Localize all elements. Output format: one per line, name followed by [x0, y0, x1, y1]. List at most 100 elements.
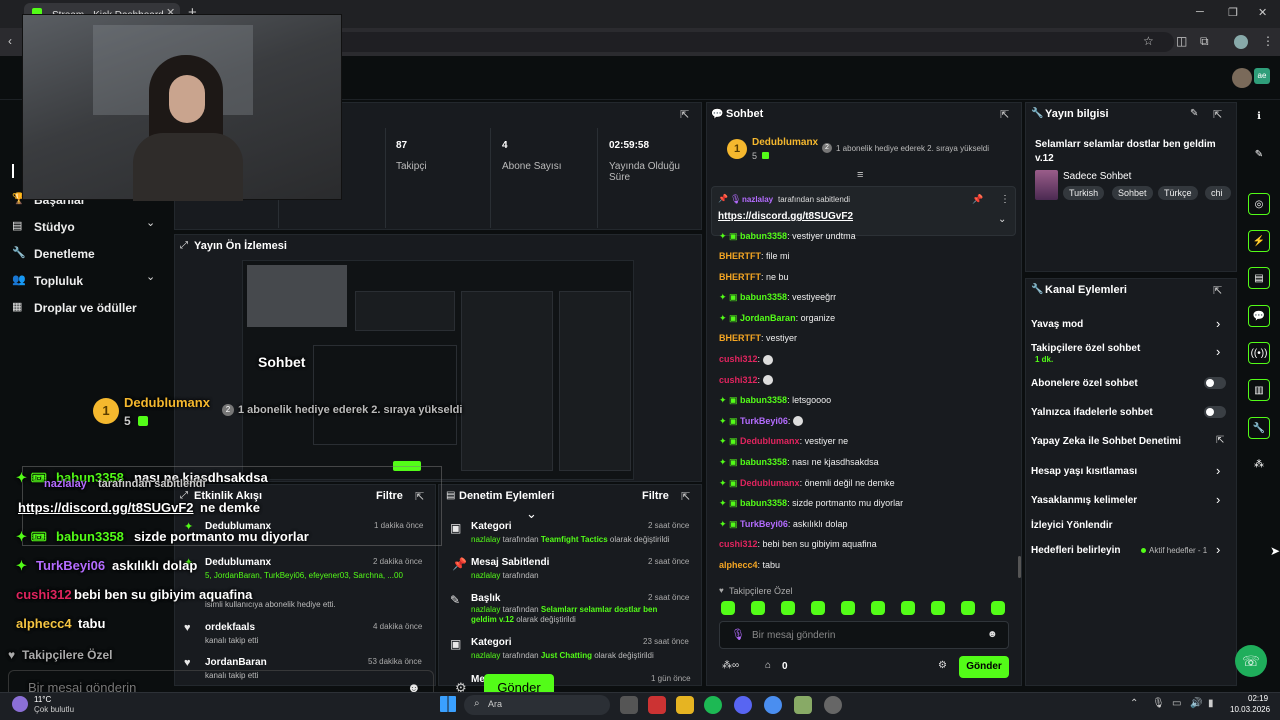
chevron-right-icon[interactable]: ›: [1216, 492, 1220, 507]
emote-button[interactable]: [961, 601, 975, 615]
windows-start-icon[interactable]: [440, 696, 456, 712]
emote-button[interactable]: [781, 601, 795, 615]
info-icon[interactable]: ℹ: [1248, 106, 1270, 128]
channel-action-label[interactable]: İzleyici Yönlendir: [1031, 520, 1113, 531]
chevron-right-icon[interactable]: ›: [1216, 316, 1220, 331]
collapse-icon[interactable]: ≡: [857, 169, 863, 181]
expand-icon[interactable]: ⤢: [180, 240, 188, 251]
emote-button[interactable]: [721, 601, 735, 615]
bookmark-star-icon[interactable]: ☆: [1143, 34, 1154, 48]
chevron-right-icon[interactable]: ›: [1216, 463, 1220, 478]
maximize-icon[interactable]: ❐: [1228, 6, 1238, 19]
broadcast-icon[interactable]: ((•)): [1248, 342, 1270, 364]
lightning-icon[interactable]: ⚡: [1248, 230, 1270, 252]
sidebar-item-droplar[interactable]: Droplar ve ödüller: [34, 301, 137, 315]
obs-icon[interactable]: [824, 696, 842, 714]
extension-icon[interactable]: ◫: [1176, 34, 1187, 48]
folder-icon[interactable]: [676, 696, 694, 714]
popout-icon[interactable]: ⇱: [680, 108, 689, 121]
menu-dots-icon[interactable]: ⋮: [1262, 34, 1274, 48]
taskbar-search[interactable]: [464, 695, 610, 715]
chat-username[interactable]: cushi312: [719, 375, 758, 385]
discord-icon[interactable]: [734, 696, 752, 714]
unpin-icon[interactable]: 📌: [972, 194, 983, 205]
popout-icon[interactable]: ⇱: [681, 490, 690, 503]
wrench-icon[interactable]: 🔧: [1248, 417, 1270, 439]
pencil-icon[interactable]: ✎: [1190, 108, 1198, 119]
emote-button[interactable]: [901, 601, 915, 615]
channel-action-label[interactable]: Yasaklanmış kelimeler: [1031, 495, 1137, 506]
chat-username[interactable]: Dedublumanx: [740, 436, 800, 446]
tag-chip[interactable]: Turkish: [1063, 186, 1105, 200]
help-button[interactable]: ☏: [1235, 645, 1267, 677]
back-icon[interactable]: ‹: [8, 34, 12, 48]
ae-extension-icon[interactable]: ae: [1254, 68, 1270, 84]
toggle-switch[interactable]: [1204, 406, 1226, 418]
puzzle-icon[interactable]: ⧉: [1200, 34, 1209, 49]
emote-button[interactable]: [871, 601, 885, 615]
app-icon[interactable]: [648, 696, 666, 714]
chat-username[interactable]: cushi312: [719, 539, 758, 549]
channel-action-label[interactable]: Yapay Zeka ile Sohbet Denetimi: [1031, 436, 1181, 447]
popout-icon[interactable]: ⇱: [1213, 284, 1222, 297]
pinned-link[interactable]: https://discord.gg/t8SUGvF2: [718, 211, 853, 222]
chevron-down-icon[interactable]: ⌄: [146, 216, 155, 229]
pencil-icon[interactable]: ✎: [1248, 144, 1270, 166]
display-icon[interactable]: ▭: [1172, 698, 1181, 709]
chat-username[interactable]: Dedublumanx: [740, 478, 800, 488]
overlay-pinned-link[interactable]: https://discord.gg/t8SUGvF2: [18, 500, 194, 515]
chevron-right-icon[interactable]: ›: [1216, 344, 1220, 359]
chat-username[interactable]: BHERTFT: [719, 251, 761, 261]
clock-date[interactable]: 10.03.2026: [1230, 705, 1270, 714]
chevron-right-icon[interactable]: ›: [1216, 542, 1220, 557]
channel-action-label[interactable]: Hedefleri belirleyin: [1031, 545, 1120, 556]
chat-username[interactable]: babun3358: [740, 292, 787, 302]
chat-username[interactable]: babun3358: [740, 498, 787, 508]
app-icon[interactable]: [794, 696, 812, 714]
chat-username[interactable]: babun3358: [740, 457, 787, 467]
tag-chip[interactable]: Sohbet: [1112, 186, 1153, 200]
channel-action-label[interactable]: Abonelere özel sohbet: [1031, 378, 1138, 389]
tray-chevron-icon[interactable]: ⌃: [1130, 698, 1138, 709]
chat-username[interactable]: BHERTFT: [719, 333, 761, 343]
store-icon[interactable]: ⌂: [765, 660, 771, 671]
chat-username[interactable]: BHERTFT: [719, 272, 761, 282]
chevron-down-icon[interactable]: ⌄: [998, 214, 1006, 225]
tag-chip[interactable]: Türkçe: [1158, 186, 1198, 200]
speaker-icon[interactable]: 🔊: [1190, 698, 1202, 709]
popout-icon[interactable]: ⇱: [1000, 108, 1009, 121]
sidebar-item-denetleme[interactable]: Denetleme: [34, 247, 95, 261]
chrome-icon[interactable]: [764, 696, 782, 714]
more-dots-icon[interactable]: ⋮: [1000, 194, 1010, 205]
channel-action-label[interactable]: Yavaş mod: [1031, 319, 1083, 330]
chat-username[interactable]: TurkBeyi06: [740, 519, 788, 529]
microphone-icon[interactable]: 🎙: [1152, 698, 1165, 709]
profile-icon[interactable]: [1234, 35, 1248, 49]
channel-action-label[interactable]: Hesap yaşı kısıtlaması: [1031, 466, 1137, 477]
sidebar-item-studyo[interactable]: Stüdyo: [34, 220, 75, 234]
chat-username[interactable]: cushi312: [719, 354, 758, 364]
chat-username[interactable]: JordanBaran: [740, 313, 796, 323]
emoji-icon[interactable]: ☻: [987, 629, 998, 640]
toggle-switch[interactable]: [1204, 377, 1226, 389]
window-close-icon[interactable]: ✕: [1258, 6, 1267, 19]
settings-gear-icon[interactable]: ⚙: [938, 660, 947, 671]
emote-button[interactable]: [841, 601, 855, 615]
emote-button[interactable]: [931, 601, 945, 615]
send-button[interactable]: Gönder: [959, 656, 1009, 678]
chat-username[interactable]: alphecc4: [719, 560, 758, 570]
minimize-icon[interactable]: ─: [1196, 6, 1204, 18]
chat-scrollbar[interactable]: [1018, 556, 1021, 578]
emote-button[interactable]: [751, 601, 765, 615]
emote-button[interactable]: [991, 601, 1005, 615]
spotify-icon[interactable]: [704, 696, 722, 714]
battery-icon[interactable]: ▮: [1208, 698, 1214, 709]
channel-action-label[interactable]: Yalnızca ifadelerle sohbet: [1031, 407, 1153, 418]
notes-icon[interactable]: ▤: [1248, 267, 1270, 289]
emote-button[interactable]: [811, 601, 825, 615]
chat-username[interactable]: babun3358: [740, 395, 787, 405]
popout-icon[interactable]: ⇱: [1213, 108, 1222, 121]
chat-icon[interactable]: 💬: [1248, 305, 1270, 327]
layout-icon[interactable]: ▥: [1248, 379, 1270, 401]
community-icon[interactable]: ⁂∞: [722, 660, 739, 671]
